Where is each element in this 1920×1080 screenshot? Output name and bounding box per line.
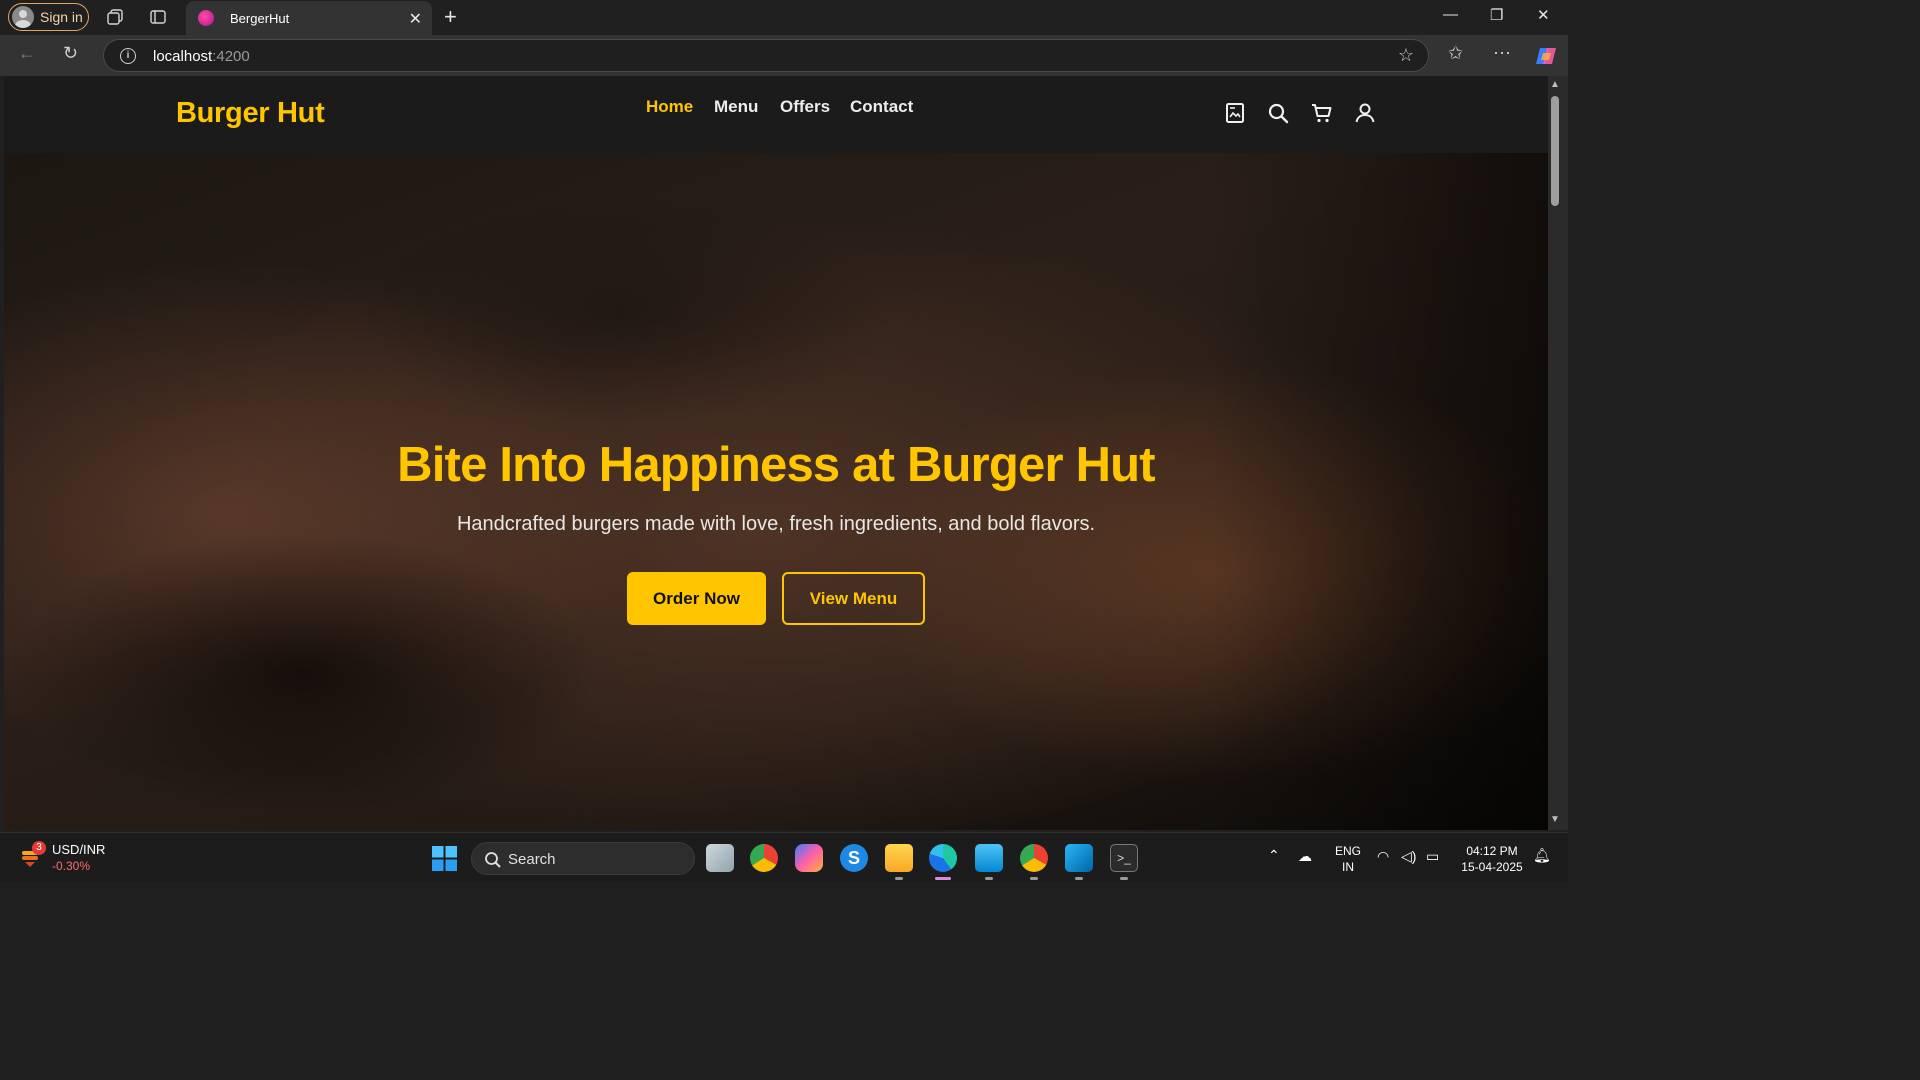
more-options-icon[interactable]: ⋯ [1493, 43, 1511, 64]
nav-home[interactable]: Home [646, 97, 693, 117]
page-viewport: Burger Hut Home Menu Offers Contact Bite… [4, 76, 1548, 830]
active-indicator [935, 877, 951, 880]
copilot-icon[interactable] [1534, 44, 1558, 68]
address-bar[interactable]: i localhost:4200 ☆ [103, 39, 1429, 72]
sign-in-button[interactable]: Sign in [8, 3, 89, 31]
volume-icon[interactable]: ◁) [1401, 848, 1416, 864]
tab-title: BergerHut [230, 10, 290, 26]
language-indicator[interactable]: ENG IN [1333, 843, 1363, 875]
running-indicator [1030, 877, 1038, 880]
workspaces-icon[interactable] [106, 8, 124, 26]
profile-avatar-icon [12, 6, 34, 28]
receipt-icon[interactable] [1223, 101, 1247, 125]
close-window-icon[interactable]: ✕ [1537, 6, 1550, 24]
widget-badge: 3 [32, 841, 46, 855]
back-icon[interactable]: ← [18, 43, 36, 64]
nav-menu[interactable]: Menu [714, 97, 758, 117]
task-view-icon[interactable] [706, 844, 734, 872]
refresh-icon[interactable]: ↻ [63, 43, 78, 64]
favorite-star-icon[interactable]: ☆ [1398, 45, 1414, 66]
tab-actions-icon[interactable] [149, 8, 167, 26]
sign-in-label: Sign in [40, 9, 83, 25]
search-icon[interactable] [1266, 101, 1290, 125]
terminal-icon[interactable]: >_ [1110, 844, 1138, 872]
clock[interactable]: 04:12 PM 15-04-2025 [1456, 843, 1528, 875]
notepad-icon[interactable] [975, 844, 1003, 872]
minimize-icon[interactable]: — [1443, 6, 1458, 23]
notifications-icon[interactable]: 🔔︎ [1533, 847, 1551, 863]
hero-section: Bite Into Happiness at Burger Hut Handcr… [4, 153, 1548, 830]
tray-overflow-icon[interactable]: ⌃ [1268, 847, 1280, 863]
language-line2: IN [1342, 860, 1354, 874]
new-tab-icon[interactable]: + [444, 4, 457, 30]
running-indicator [895, 877, 903, 880]
taskbar-search[interactable]: Search [471, 842, 695, 875]
site-favicon-icon [198, 10, 214, 26]
hero-subtitle: Handcrafted burgers made with love, fres… [456, 513, 1096, 535]
wifi-icon[interactable]: ◠ [1377, 848, 1389, 864]
nav-contact[interactable]: Contact [850, 97, 913, 117]
copilot-app-icon[interactable] [795, 844, 823, 872]
widget-value: -0.30% [52, 859, 91, 873]
running-indicator [1075, 877, 1083, 880]
url-host: localhost [153, 48, 213, 65]
vscode-icon[interactable] [1065, 844, 1093, 872]
view-menu-button[interactable]: View Menu [782, 572, 925, 625]
site-logo[interactable]: Burger Hut [176, 97, 325, 130]
favorites-icon[interactable]: ✩ [1448, 43, 1463, 64]
windows-start-icon[interactable] [432, 846, 457, 871]
nav-offers[interactable]: Offers [780, 97, 830, 117]
tab-bergerhut[interactable]: BergerHut ✕ [186, 1, 432, 35]
running-indicator [985, 877, 993, 880]
scroll-down-icon[interactable]: ▼ [1550, 814, 1560, 825]
skype-icon[interactable]: S [840, 844, 868, 872]
file-explorer-icon[interactable] [885, 844, 913, 872]
scroll-up-icon[interactable]: ▲ [1550, 79, 1560, 90]
chrome-profile-icon[interactable] [1020, 844, 1048, 872]
cart-icon[interactable] [1310, 101, 1334, 125]
clock-date: 15-04-2025 [1461, 860, 1523, 874]
widget-title[interactable]: USD/INR [52, 842, 105, 857]
site-navbar: Burger Hut Home Menu Offers Contact [4, 76, 1548, 153]
windows-taskbar: 3 USD/INR -0.30% Search S >_ ⌃ ☁ ENG IN … [0, 832, 1568, 882]
language-line1: ENG [1334, 844, 1361, 858]
user-icon[interactable] [1353, 101, 1377, 125]
chrome-icon[interactable] [750, 844, 778, 872]
order-now-button[interactable]: Order Now [627, 572, 766, 625]
close-tab-icon[interactable]: ✕ [409, 9, 422, 29]
address-url[interactable]: localhost:4200 [153, 48, 250, 65]
scrollbar-thumb[interactable] [1551, 96, 1559, 206]
edge-icon[interactable] [929, 844, 957, 872]
browser-toolbar: ← ↻ i localhost:4200 ☆ ✩ ⋯ [0, 35, 1568, 76]
hero-title: Bite Into Happiness at Burger Hut [397, 438, 1155, 492]
onedrive-icon[interactable]: ☁ [1298, 848, 1312, 864]
battery-icon[interactable]: ▭ [1426, 848, 1439, 864]
browser-titlebar: Sign in BergerHut ✕ + — ❐ ✕ [0, 0, 1568, 35]
taskbar-search-label: Search [508, 851, 556, 868]
running-indicator [1120, 877, 1128, 880]
site-info-icon[interactable]: i [120, 48, 136, 64]
taskbar-search-icon [485, 852, 501, 868]
url-port: :4200 [212, 48, 250, 65]
clock-time: 04:12 PM [1466, 844, 1518, 858]
restore-icon[interactable]: ❐ [1490, 6, 1503, 24]
page-scrollbar[interactable]: ▲ ▼ [1548, 76, 1568, 830]
